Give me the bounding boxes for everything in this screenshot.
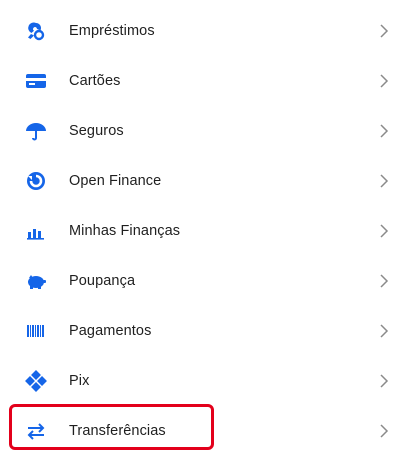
chevron-right-icon: [378, 322, 390, 340]
menu-item-cartoes[interactable]: Cartões: [0, 56, 398, 106]
transfer-arrows-icon: [24, 419, 48, 443]
menu-item-poupanca[interactable]: Poupança: [0, 256, 398, 306]
menu-item-pix[interactable]: Pix: [0, 356, 398, 406]
menu-item-label: Empréstimos: [69, 23, 155, 39]
menu-item-open-finance[interactable]: Open Finance: [0, 156, 398, 206]
loan-icon: [24, 19, 48, 43]
open-finance-icon: [24, 169, 48, 193]
card-icon: [24, 69, 48, 93]
chevron-right-icon: [378, 22, 390, 40]
menu-item-minhas-financas[interactable]: Minhas Finanças: [0, 206, 398, 256]
menu-item-pagamentos[interactable]: Pagamentos: [0, 306, 398, 356]
menu-item-label: Cartões: [69, 73, 121, 89]
chevron-right-icon: [378, 72, 390, 90]
menu-item-label: Seguros: [69, 123, 124, 139]
chevron-right-icon: [378, 422, 390, 440]
bar-chart-icon: [24, 219, 48, 243]
menu-item-emprestimos[interactable]: Empréstimos: [0, 6, 398, 56]
umbrella-icon: [24, 119, 48, 143]
chevron-right-icon: [378, 172, 390, 190]
menu-item-label: Pagamentos: [69, 323, 152, 339]
chevron-right-icon: [378, 122, 390, 140]
pix-icon: [24, 369, 48, 393]
chevron-right-icon: [378, 272, 390, 290]
menu-item-label: Poupança: [69, 273, 136, 289]
barcode-icon: [24, 319, 48, 343]
menu-item-seguros[interactable]: Seguros: [0, 106, 398, 156]
menu-item-label: Pix: [69, 373, 90, 389]
menu-item-label: Open Finance: [69, 173, 162, 189]
menu-item-label: Minhas Finanças: [69, 223, 181, 239]
menu-item-label: Transferências: [69, 423, 166, 439]
chevron-right-icon: [378, 372, 390, 390]
chevron-right-icon: [378, 222, 390, 240]
piggy-bank-icon: [24, 269, 48, 293]
menu-item-transferencias[interactable]: Transferências: [0, 406, 398, 456]
